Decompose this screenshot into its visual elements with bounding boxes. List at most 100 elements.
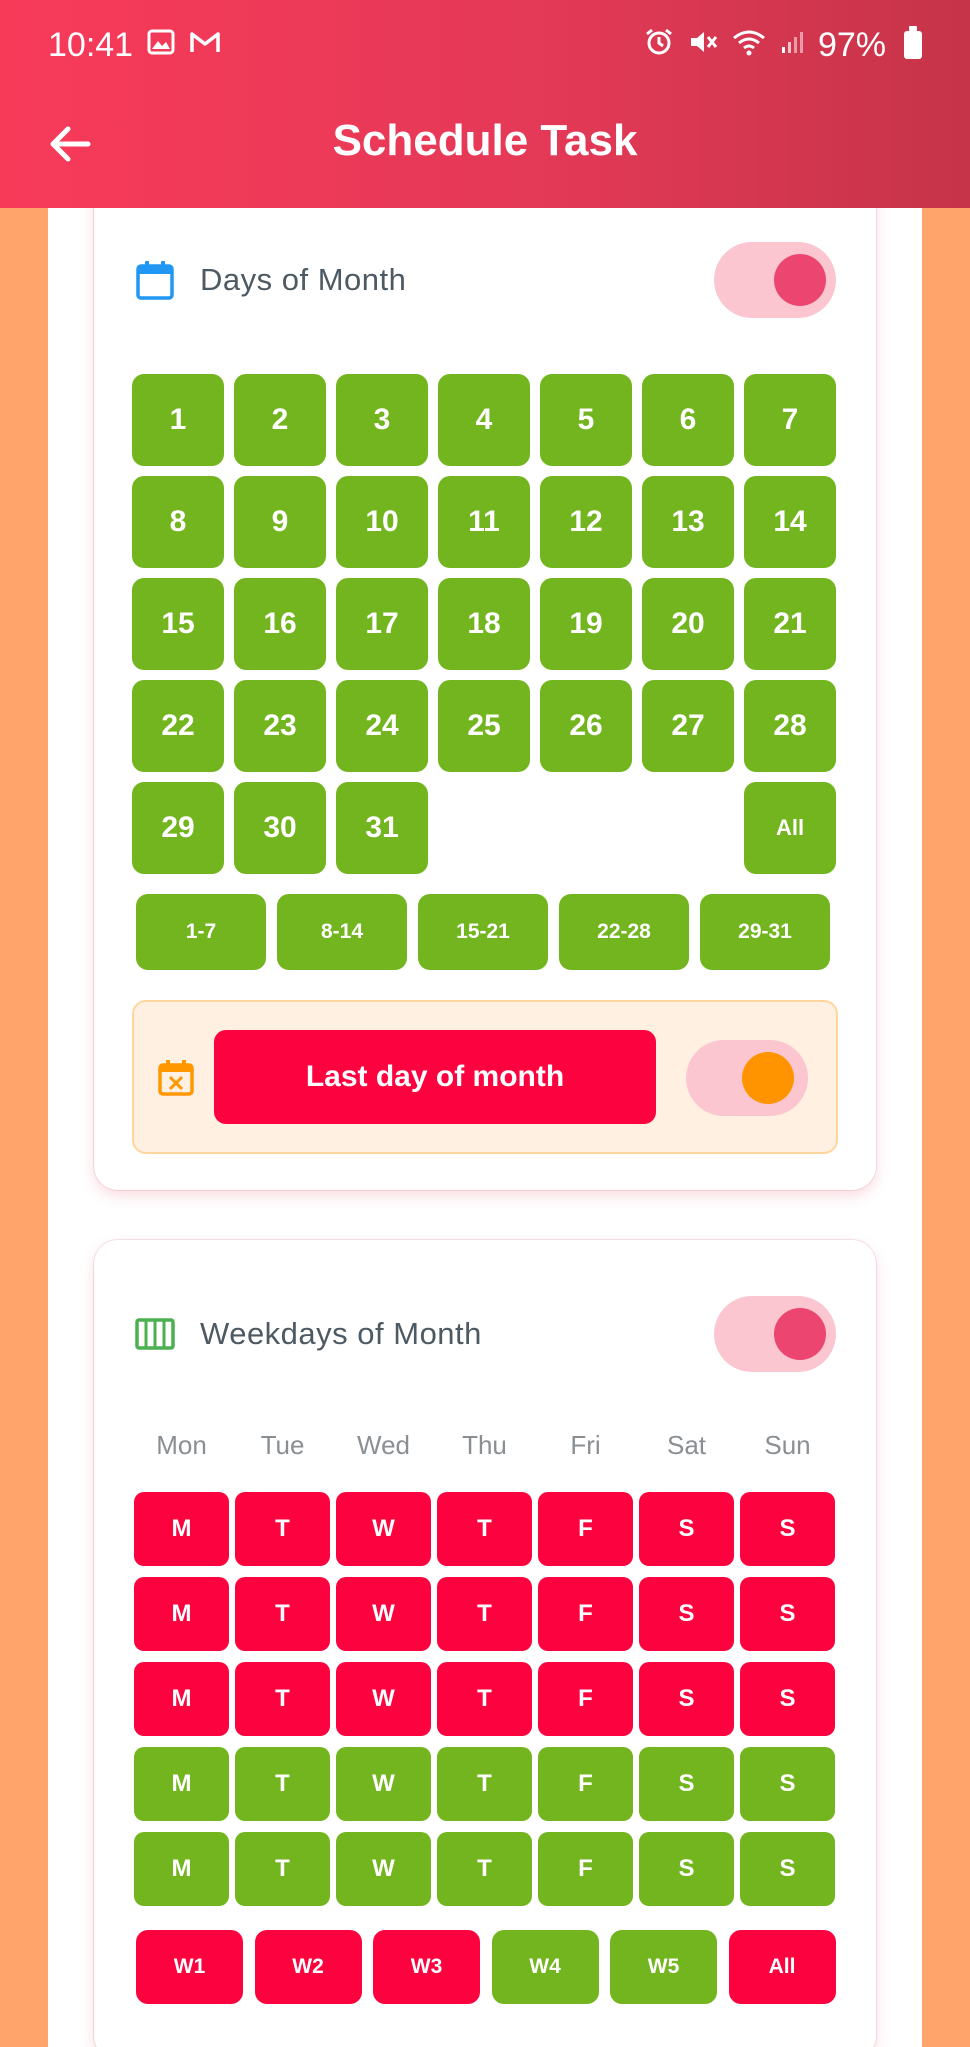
toggle-knob: [774, 1308, 826, 1360]
week-button-w4[interactable]: W4: [491, 1930, 599, 2004]
day-cell[interactable]: 31: [336, 782, 428, 874]
weekday-cell[interactable]: S: [740, 1492, 835, 1566]
days-of-month-toggle[interactable]: [714, 242, 836, 318]
signal-icon: [780, 29, 804, 61]
day-cell[interactable]: 2: [234, 374, 326, 466]
weekday-cell[interactable]: S: [639, 1492, 734, 1566]
page-title: Schedule Task: [332, 116, 638, 165]
day-cell[interactable]: 23: [234, 680, 326, 772]
last-day-of-month-button[interactable]: Last day of month: [214, 1030, 656, 1124]
weekday-cell[interactable]: S: [740, 1662, 835, 1736]
day-cell[interactable]: 24: [336, 680, 428, 772]
day-cell[interactable]: 16: [234, 578, 326, 670]
last-day-toggle[interactable]: [686, 1040, 808, 1116]
weekday-cell[interactable]: F: [538, 1577, 633, 1651]
day-cell[interactable]: 30: [234, 782, 326, 874]
range-button-1[interactable]: 8-14: [277, 894, 407, 970]
weekday-cell[interactable]: M: [134, 1832, 229, 1906]
day-cell[interactable]: 25: [438, 680, 530, 772]
day-cell[interactable]: 26: [540, 680, 632, 772]
weekday-cell[interactable]: F: [538, 1747, 633, 1821]
weekday-cell[interactable]: F: [538, 1492, 633, 1566]
range-button-3[interactable]: 22-28: [559, 894, 689, 970]
weekday-cell[interactable]: M: [134, 1492, 229, 1566]
week-button-w2[interactable]: W2: [254, 1930, 362, 2004]
status-right: 97%: [644, 26, 922, 65]
day-cell[interactable]: 4: [438, 374, 530, 466]
app-bar: 10:41 97% Schedule Task: [0, 0, 970, 208]
weekday-cell[interactable]: T: [437, 1492, 532, 1566]
day-cell[interactable]: 29: [132, 782, 224, 874]
week-button-all[interactable]: All: [728, 1930, 836, 2004]
day-cell[interactable]: 20: [642, 578, 734, 670]
day-cell[interactable]: 27: [642, 680, 734, 772]
week-number-buttons: W1 W2 W3 W4 W5 All: [136, 1930, 836, 2004]
weekday-cell[interactable]: T: [235, 1832, 330, 1906]
weekday-cell[interactable]: F: [538, 1662, 633, 1736]
toolbar: Schedule Task: [0, 96, 970, 190]
weekday-header: Wed: [357, 1430, 410, 1460]
range-button-4[interactable]: 29-31: [700, 894, 830, 970]
day-cell[interactable]: 10: [336, 476, 428, 568]
weekday-cell[interactable]: S: [740, 1747, 835, 1821]
weekday-cell[interactable]: W: [336, 1747, 431, 1821]
weekday-cell[interactable]: T: [437, 1747, 532, 1821]
week-button-w3[interactable]: W3: [373, 1930, 480, 2004]
weekday-cell[interactable]: S: [639, 1832, 734, 1906]
day-cell[interactable]: 12: [540, 476, 632, 568]
weekday-cell[interactable]: T: [437, 1577, 532, 1651]
weekday-cell[interactable]: S: [639, 1662, 734, 1736]
day-cell[interactable]: 14: [744, 476, 836, 568]
calendar-icon: [136, 261, 174, 300]
weekday-cell[interactable]: S: [740, 1577, 835, 1651]
day-cell[interactable]: 28: [744, 680, 836, 772]
range-button-0[interactable]: 1-7: [136, 894, 266, 970]
day-cell[interactable]: 8: [132, 476, 224, 568]
weekday-cell[interactable]: S: [740, 1832, 835, 1906]
day-cell[interactable]: 6: [642, 374, 734, 466]
weekday-cell[interactable]: W: [336, 1662, 431, 1736]
weekday-cell[interactable]: F: [538, 1832, 633, 1906]
day-cell[interactable]: 13: [642, 476, 734, 568]
day-cell[interactable]: 9: [234, 476, 326, 568]
weekday-header: Thu: [462, 1430, 507, 1460]
toggle-knob: [742, 1052, 794, 1104]
day-cell[interactable]: 7: [744, 374, 836, 466]
day-cell[interactable]: 17: [336, 578, 428, 670]
weekday-cell[interactable]: M: [134, 1577, 229, 1651]
week-button-w1[interactable]: W1: [136, 1930, 243, 2004]
day-cell[interactable]: 11: [438, 476, 530, 568]
day-cell[interactable]: 15: [132, 578, 224, 670]
all-days-button[interactable]: All: [744, 782, 836, 874]
day-cell[interactable]: 3: [336, 374, 428, 466]
weekday-header: Fri: [570, 1430, 601, 1460]
days-of-month-card: Days of Month 1 2 3 4 5 6 7 8 9 10 11 12 13 14 15 16 17 1…: [94, 160, 876, 1190]
day-cell[interactable]: 22: [132, 680, 224, 772]
weekdays-of-month-card: Weekdays of Month Mon Tue Wed Thu Fri Sat Sun …: [94, 1240, 876, 2047]
weekday-cell[interactable]: T: [235, 1747, 330, 1821]
day-cell[interactable]: 5: [540, 374, 632, 466]
weekday-cell[interactable]: T: [235, 1577, 330, 1651]
weekday-cell[interactable]: T: [235, 1492, 330, 1566]
weekday-header: Sat: [666, 1430, 707, 1460]
day-cell[interactable]: 18: [438, 578, 530, 670]
weekday-cell[interactable]: W: [336, 1832, 431, 1906]
weekday-cell[interactable]: W: [336, 1492, 431, 1566]
weekday-cell[interactable]: S: [639, 1577, 734, 1651]
weekday-cell[interactable]: W: [336, 1577, 431, 1651]
day-cell[interactable]: 21: [744, 578, 836, 670]
alarm-icon: [644, 27, 674, 63]
weekdays-of-month-toggle[interactable]: [714, 1296, 836, 1372]
view-week-icon: [135, 1318, 175, 1350]
weekday-cell[interactable]: S: [639, 1747, 734, 1821]
day-cell[interactable]: 19: [540, 578, 632, 670]
day-cell[interactable]: 1: [132, 374, 224, 466]
weekday-cell[interactable]: T: [235, 1662, 330, 1736]
weekday-cell[interactable]: M: [134, 1662, 229, 1736]
weekday-cell[interactable]: M: [134, 1747, 229, 1821]
weekday-cell[interactable]: T: [437, 1662, 532, 1736]
weekday-cell[interactable]: T: [437, 1832, 532, 1906]
week-button-w5[interactable]: W5: [610, 1930, 717, 2004]
weekdays-card-title: Weekdays of Month: [200, 1316, 482, 1351]
range-button-2[interactable]: 15-21: [418, 894, 548, 970]
